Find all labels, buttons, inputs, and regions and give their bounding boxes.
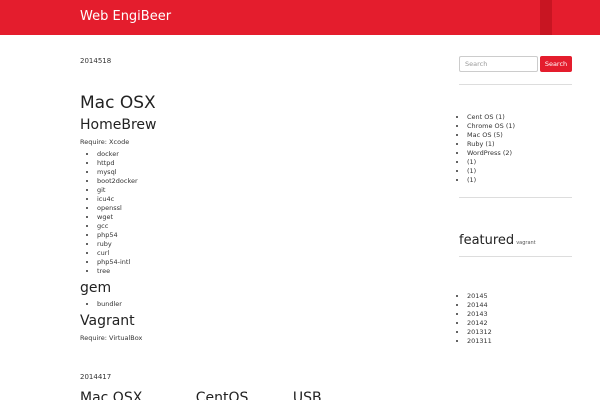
list-item: curl <box>97 249 410 258</box>
list-item: bundler <box>97 300 410 309</box>
site-title-link[interactable]: Web EngiBeer <box>80 9 171 24</box>
list-item: boot2docker <box>97 177 410 186</box>
category-item[interactable]: Cent OS (1) <box>467 113 572 122</box>
category-item[interactable]: (1) <box>467 176 572 185</box>
list-item: httpd <box>97 159 410 168</box>
category-list: Cent OS (1) Chrome OS (1) Mac OS (5) Rub… <box>459 113 572 185</box>
next-post-date: 2014417 <box>80 373 112 381</box>
homebrew-require-text: Require: Xcode <box>80 138 130 146</box>
archive-item[interactable]: 20144 <box>467 301 572 310</box>
site-header: Web EngiBeer <box>0 0 600 35</box>
sidebar: Search Cent OS (1) Chrome OS (1) Mac OS … <box>459 56 572 346</box>
category-item[interactable]: (1) <box>467 167 572 176</box>
section-heading-vagrant: Vagrant <box>80 313 135 329</box>
sidebar-divider <box>459 84 572 85</box>
archive-item[interactable]: 201311 <box>467 337 572 346</box>
search-input[interactable] <box>459 56 538 72</box>
category-item[interactable]: Mac OS (5) <box>467 131 572 140</box>
archive-item[interactable]: 20145 <box>467 292 572 301</box>
list-item: php54-intl <box>97 258 410 267</box>
search-button[interactable]: Search <box>540 56 572 72</box>
sidebar-divider <box>459 256 572 257</box>
section-heading-gem: gem <box>80 280 112 296</box>
category-item[interactable]: Ruby (1) <box>467 140 572 149</box>
archive-list: 20145 20144 20143 20142 201312 201311 <box>459 292 572 346</box>
list-item: docker <box>97 150 410 159</box>
list-item: git <box>97 186 410 195</box>
homebrew-package-list: docker httpd mysql boot2docker git icu4c… <box>80 150 410 276</box>
next-post-title[interactable]: Mac OSX CentOS USB <box>80 390 410 400</box>
archive-item[interactable]: 20143 <box>467 310 572 319</box>
section-heading-homebrew: HomeBrew <box>80 117 157 133</box>
search-form: Search <box>459 56 572 72</box>
main-content: 2014518 Mac OSX HomeBrew Require: Xcode … <box>80 52 410 400</box>
post-title[interactable]: Mac OSX <box>80 93 410 113</box>
archive-item[interactable]: 201312 <box>467 328 572 337</box>
list-item: php54 <box>97 231 410 240</box>
vagrant-require-text: Require: VirtualBox <box>80 334 143 342</box>
category-item[interactable]: Chrome OS (1) <box>467 122 572 131</box>
category-item[interactable]: (1) <box>467 158 572 167</box>
list-item: gcc <box>97 222 410 231</box>
list-item: tree <box>97 267 410 276</box>
sidebar-divider <box>459 197 572 198</box>
post-date: 2014518 <box>80 57 112 65</box>
header-accent-stripe <box>540 0 552 35</box>
gem-package-list: bundler <box>80 300 410 309</box>
list-item: icu4c <box>97 195 410 204</box>
list-item: mysql <box>97 168 410 177</box>
list-item: openssl <box>97 204 410 213</box>
archive-item[interactable]: 20142 <box>467 319 572 328</box>
list-item: ruby <box>97 240 410 249</box>
featured-widget: featured vagrant <box>459 233 572 248</box>
featured-tag-link[interactable]: vagrant <box>516 240 535 246</box>
featured-title: featured <box>459 233 515 248</box>
category-item[interactable]: WordPress (2) <box>467 149 572 158</box>
list-item: wget <box>97 213 410 222</box>
